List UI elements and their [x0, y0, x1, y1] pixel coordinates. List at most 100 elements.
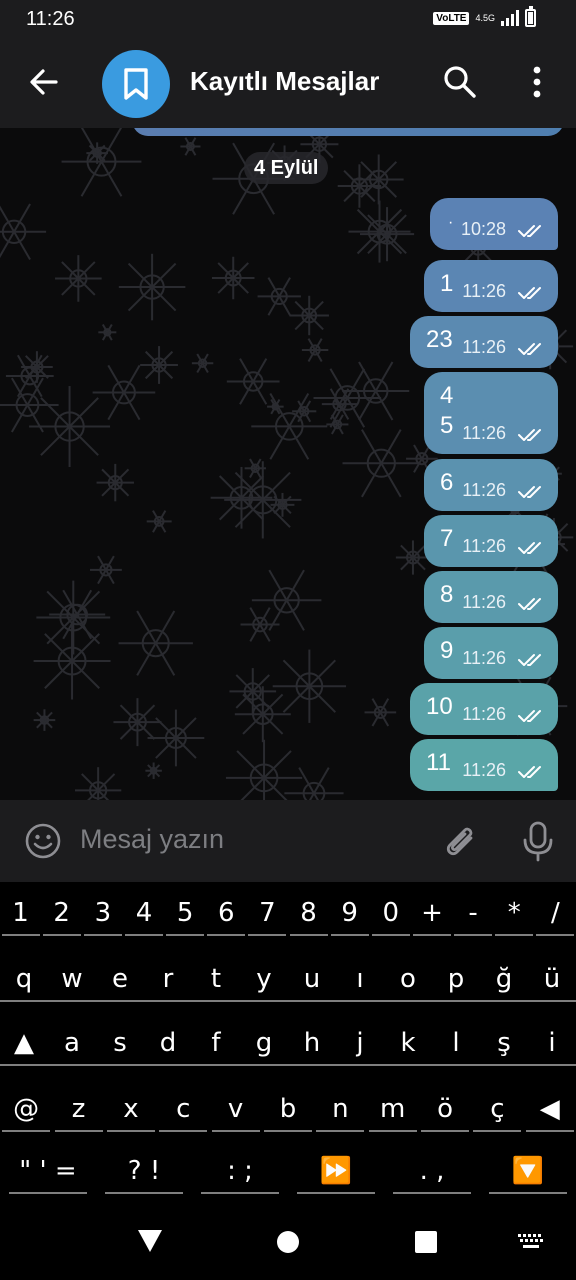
- keyboard-key[interactable]: 0: [371, 898, 410, 936]
- keyboard-key[interactable]: u: [288, 964, 336, 1002]
- keyboard-key[interactable]: k: [384, 1028, 432, 1066]
- keyboard-key[interactable]: /: [536, 898, 575, 936]
- volte-badge: VoLTE: [433, 11, 470, 25]
- backspace-key[interactable]: ◀: [525, 1094, 574, 1132]
- keyboard-key[interactable]: " ' =: [9, 1156, 87, 1194]
- keyboard-key[interactable]: +: [412, 898, 451, 936]
- double-check-icon: [518, 710, 541, 722]
- keyboard-key[interactable]: 2: [42, 898, 81, 936]
- keyboard-key[interactable]: v: [211, 1094, 260, 1132]
- message-bubble[interactable]: 11 11:26: [410, 739, 558, 791]
- message-bubble[interactable]: 1 11:26: [424, 260, 558, 312]
- keyboard-key[interactable]: a: [48, 1028, 96, 1066]
- message-text: 23: [426, 326, 453, 353]
- keyboard-key[interactable]: ü: [528, 964, 576, 1002]
- next-key[interactable]: ⏩: [297, 1156, 375, 1194]
- attach-icon[interactable]: [440, 820, 480, 862]
- chat-title[interactable]: Kayıtlı Mesajlar: [190, 66, 379, 97]
- keyboard-key[interactable]: c: [159, 1094, 208, 1132]
- message-time: 10:28: [460, 219, 506, 239]
- message-time: 11:26: [462, 536, 506, 556]
- keyboard-row-symbols: " ' = ? ! : ; ⏩ . , 🔽: [0, 1156, 576, 1194]
- keyboard-key[interactable]: 6: [207, 898, 246, 936]
- message-text: ·: [448, 214, 454, 231]
- keyboard-key[interactable]: 3: [83, 898, 122, 936]
- previous-message-bubble[interactable]: [132, 128, 564, 136]
- keyboard-key[interactable]: ğ: [480, 964, 528, 1002]
- keyboard-key[interactable]: ö: [421, 1094, 470, 1132]
- keyboard-key[interactable]: t: [192, 964, 240, 1002]
- message-bubble[interactable]: 4 5 11:26: [424, 372, 558, 454]
- keyboard-key[interactable]: : ;: [201, 1156, 279, 1194]
- home-nav-icon[interactable]: [276, 1230, 300, 1254]
- keyboard-key[interactable]: h: [288, 1028, 336, 1066]
- keyboard-key[interactable]: d: [144, 1028, 192, 1066]
- double-check-icon: [518, 429, 541, 441]
- keyboard-key[interactable]: . ,: [393, 1156, 471, 1194]
- more-options-icon[interactable]: [522, 64, 552, 100]
- message-list[interactable]: 4 Eylül · 10:28 1 11:26 23 11:26 4 5 11:26 6 11:26…: [0, 128, 576, 800]
- keyboard-key[interactable]: p: [432, 964, 480, 1002]
- recents-nav-icon[interactable]: [414, 1230, 438, 1254]
- double-check-icon: [518, 287, 541, 299]
- keyboard-key[interactable]: x: [106, 1094, 155, 1132]
- message-bubble[interactable]: 8 11:26: [424, 571, 558, 623]
- message-text: 1: [440, 270, 454, 297]
- keyboard-key[interactable]: ı: [336, 964, 384, 1002]
- keyboard-key[interactable]: @: [2, 1094, 51, 1132]
- shift-key[interactable]: ▲: [0, 1028, 48, 1066]
- keyboard-key[interactable]: l: [432, 1028, 480, 1066]
- keyboard-key[interactable]: z: [54, 1094, 103, 1132]
- keyboard-key[interactable]: r: [144, 964, 192, 1002]
- keyboard-key[interactable]: 1: [1, 898, 40, 936]
- keyboard-key[interactable]: 9: [330, 898, 369, 936]
- emoji-icon[interactable]: [24, 822, 62, 860]
- message-text: 10: [426, 693, 453, 720]
- keyboard-key[interactable]: ç: [473, 1094, 522, 1132]
- keyboard-key[interactable]: ? !: [105, 1156, 183, 1194]
- back-arrow-icon[interactable]: [24, 62, 64, 102]
- keyboard-key[interactable]: i: [528, 1028, 576, 1066]
- keyboard-key[interactable]: e: [96, 964, 144, 1002]
- message-bubble[interactable]: 23 11:26: [410, 316, 558, 368]
- keyboard-row-3: @ z x c v b n m ö ç ◀: [0, 1094, 576, 1132]
- keyboard-key[interactable]: w: [48, 964, 96, 1002]
- microphone-icon[interactable]: [520, 820, 556, 862]
- message-bubble[interactable]: · 10:28: [430, 198, 558, 250]
- keyboard-key[interactable]: y: [240, 964, 288, 1002]
- keyboard-key[interactable]: *: [495, 898, 534, 936]
- keyboard-key[interactable]: s: [96, 1028, 144, 1066]
- keyboard-key[interactable]: m: [368, 1094, 417, 1132]
- message-bubble[interactable]: 6 11:26: [424, 459, 558, 511]
- keyboard-switch-icon[interactable]: [518, 1234, 544, 1250]
- keyboard-key[interactable]: -: [454, 898, 493, 936]
- keyboard-key[interactable]: 4: [124, 898, 163, 936]
- battery-icon: [525, 6, 536, 27]
- double-check-icon: [518, 654, 541, 666]
- date-separator: 4 Eylül: [244, 152, 329, 184]
- keyboard-key[interactable]: j: [336, 1028, 384, 1066]
- keyboard-key[interactable]: 8: [289, 898, 328, 936]
- keyboard-key[interactable]: n: [316, 1094, 365, 1132]
- keyboard-key[interactable]: f: [192, 1028, 240, 1066]
- keyboard-key[interactable]: b: [263, 1094, 312, 1132]
- message-bubble[interactable]: 7 11:26: [424, 515, 558, 567]
- keyboard-key[interactable]: o: [384, 964, 432, 1002]
- keyboard-key[interactable]: 7: [248, 898, 287, 936]
- keyboard-row-1: qwertyuıopğü: [0, 964, 576, 1002]
- status-time: 11:26: [26, 8, 75, 30]
- keyboard-key[interactable]: g: [240, 1028, 288, 1066]
- search-icon[interactable]: [442, 64, 478, 100]
- back-nav-icon[interactable]: [136, 1228, 164, 1254]
- keyboard-row-numbers: 1 2 3 4 5 6 7 8 9 0 + - * /: [0, 898, 576, 936]
- message-input[interactable]: Mesaj yazın: [80, 824, 224, 855]
- status-bar: 11:26 VoLTE 4.5G: [0, 0, 576, 40]
- keyboard-key[interactable]: ş: [480, 1028, 528, 1066]
- message-bubble[interactable]: 10 11:26: [410, 683, 558, 735]
- saved-messages-avatar[interactable]: [102, 50, 170, 118]
- message-bubble[interactable]: 9 11:26: [424, 627, 558, 679]
- double-check-icon: [518, 486, 541, 498]
- keyboard-key[interactable]: q: [0, 964, 48, 1002]
- keyboard-key[interactable]: 5: [166, 898, 205, 936]
- hide-keyboard-key[interactable]: 🔽: [489, 1156, 567, 1194]
